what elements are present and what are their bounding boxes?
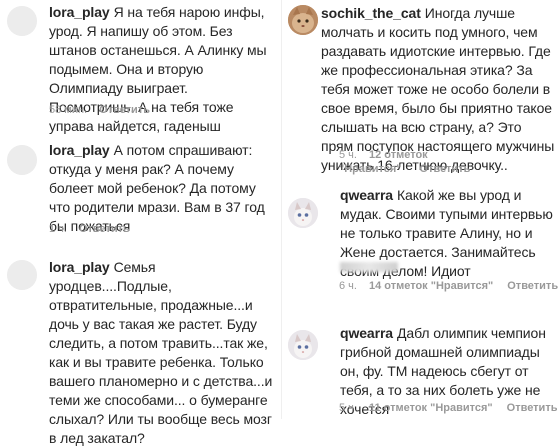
person-avatar-icon bbox=[7, 260, 37, 290]
avatar[interactable] bbox=[288, 330, 318, 360]
reply-button[interactable]: Ответить bbox=[79, 223, 130, 235]
avatar[interactable] bbox=[288, 198, 318, 228]
comment-username[interactable]: qwearra bbox=[340, 325, 393, 341]
comment-username[interactable]: sochik_the_cat bbox=[321, 5, 421, 21]
comment-username[interactable]: lora_play bbox=[49, 142, 110, 158]
comment-time: 6 ч. bbox=[339, 280, 357, 292]
reply-button[interactable]: Ответить bbox=[507, 402, 558, 414]
comment-item: lora_play А потом спрашивают: откуда у ме… bbox=[0, 135, 280, 250]
avatar[interactable] bbox=[7, 145, 37, 175]
comment-time: 5 ч. bbox=[339, 149, 357, 161]
like-count[interactable]: 11 отметок "Нравится" bbox=[369, 402, 493, 414]
comment-item: qwearra Какой же вы урод и мудак. Своими … bbox=[282, 184, 560, 314]
comment-username[interactable]: lora_play bbox=[49, 4, 110, 20]
comment-meta: 1 ч. Ответить bbox=[49, 223, 130, 235]
comment-time: 1 ч. bbox=[49, 223, 67, 235]
comment-meta: 58 мин. Ответить bbox=[49, 104, 150, 116]
comment-username[interactable]: lora_play bbox=[49, 259, 110, 275]
blurred-text bbox=[340, 262, 398, 272]
kitten-avatar-icon bbox=[288, 198, 318, 228]
person-avatar-icon bbox=[7, 6, 37, 36]
avatar[interactable] bbox=[288, 5, 318, 35]
comment-text: lora_play Я на тебя нарою инфы, урод. Я н… bbox=[49, 3, 275, 136]
comment-time: 5 ч. bbox=[339, 402, 357, 414]
cat-avatar-icon bbox=[288, 5, 318, 35]
comment-body: Семья уродцев....Подлые, отвратительные,… bbox=[49, 259, 273, 446]
kitten-avatar-icon bbox=[288, 330, 318, 360]
comment-meta: 5 ч. 11 отметок "Нравится" Ответить bbox=[339, 402, 557, 414]
comment-text: lora_play А потом спрашивают: откуда у ме… bbox=[49, 141, 275, 236]
avatar[interactable] bbox=[7, 6, 37, 36]
comment-meta: 5 ч. 12 отметок "Нравится" Ответить bbox=[339, 148, 554, 176]
comment-item: lora_play Семья уродцев....Подлые, отврат… bbox=[0, 255, 280, 446]
reply-button[interactable]: Ответить bbox=[99, 104, 150, 116]
person-avatar-icon bbox=[7, 145, 37, 175]
comment-meta: 6 ч. 14 отметок "Нравится" Ответить bbox=[339, 280, 558, 292]
comment-item: qwearra Дабл олимпик чемпион грибной дома… bbox=[282, 318, 560, 419]
comment-time: 58 мин. bbox=[49, 104, 88, 116]
comment-item: sochik_the_cat Иногда лучше молчать и кос… bbox=[282, 0, 560, 175]
reply-button[interactable]: Ответить bbox=[420, 163, 471, 175]
comment-text: lora_play Семья уродцев....Подлые, отврат… bbox=[49, 258, 275, 448]
avatar[interactable] bbox=[7, 260, 37, 290]
like-count[interactable]: 14 отметок "Нравится" bbox=[369, 280, 493, 292]
comment-item: lora_play Я на тебя нарою инфы, урод. Я н… bbox=[0, 0, 280, 134]
comment-username[interactable]: qwearra bbox=[340, 187, 393, 203]
reply-button[interactable]: Ответить bbox=[507, 280, 558, 292]
